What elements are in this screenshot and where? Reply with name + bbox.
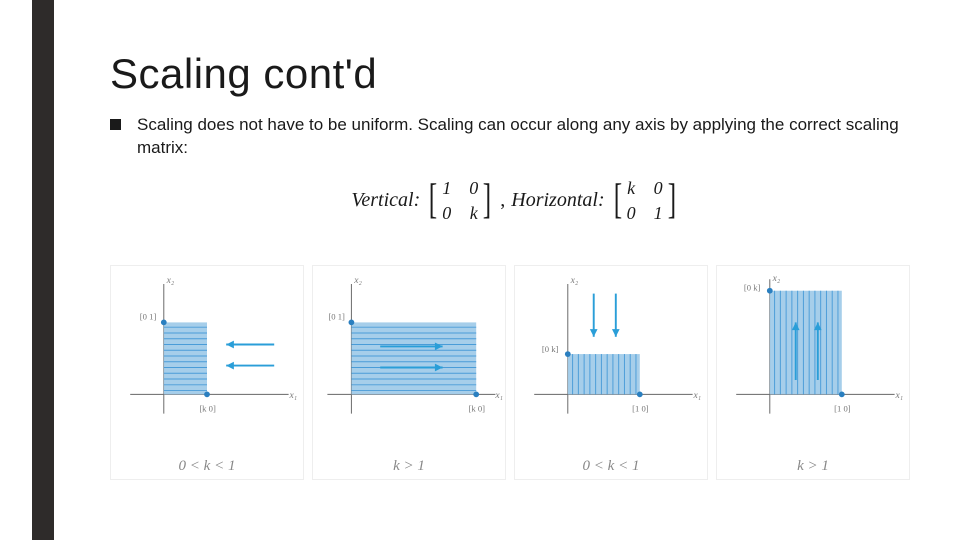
plot-svg: x₂ x₁ [0 1] [k 0] bbox=[313, 266, 505, 446]
plot-svg: x₂ x₁ [0 k] [1 0] bbox=[717, 266, 909, 446]
comma: , bbox=[500, 189, 505, 212]
figure-caption: 0 < k < 1 bbox=[111, 458, 303, 475]
slide-content: Scaling cont'd Scaling does not have to … bbox=[110, 50, 920, 252]
figure-v-shrink: x₂ x₁ [0 k] [1 0] 0 < k < 1 bbox=[514, 265, 708, 480]
svg-text:[0 1]: [0 1] bbox=[328, 312, 345, 322]
matrix-equations: Vertical: [ 10 0k ] , Horizontal: [ k0 0… bbox=[110, 178, 920, 224]
svg-text:x₁: x₁ bbox=[289, 390, 298, 401]
figure-caption: 0 < k < 1 bbox=[515, 458, 707, 475]
svg-text:[1 0]: [1 0] bbox=[834, 404, 851, 414]
bullet-text: Scaling does not have to be uniform. Sca… bbox=[137, 114, 920, 160]
horizontal-label: Horizontal: bbox=[511, 189, 604, 212]
bullet-item: Scaling does not have to be uniform. Sca… bbox=[110, 114, 920, 160]
figure-caption: k > 1 bbox=[717, 458, 909, 475]
svg-text:x₂: x₂ bbox=[353, 275, 362, 286]
figure-caption: k > 1 bbox=[313, 458, 505, 475]
svg-text:x₁: x₁ bbox=[693, 390, 702, 401]
svg-text:[k 0]: [k 0] bbox=[469, 404, 486, 414]
svg-text:[0 k]: [0 k] bbox=[744, 283, 761, 293]
figure-v-stretch: x₂ x₁ [0 k] [1 0] k > 1 bbox=[716, 265, 910, 480]
svg-text:[0 1]: [0 1] bbox=[140, 312, 157, 322]
slide-accent-bar bbox=[32, 0, 54, 540]
svg-text:x₁: x₁ bbox=[895, 390, 904, 401]
svg-text:[1 0]: [1 0] bbox=[632, 404, 649, 414]
svg-text:x₁: x₁ bbox=[494, 390, 503, 401]
figure-h-shrink: x₂ x₁ [0 1] [k 0] 0 < k < 1 bbox=[110, 265, 304, 480]
figure-h-stretch: x₂ x₁ [0 1] [k 0] k > 1 bbox=[312, 265, 506, 480]
vertical-matrix: [ 10 0k ] bbox=[426, 178, 494, 224]
plot-svg: x₂ x₁ [0 1] [k 0] bbox=[111, 266, 303, 446]
svg-text:[0 k]: [0 k] bbox=[542, 344, 559, 354]
plot-svg: x₂ x₁ [0 k] [1 0] bbox=[515, 266, 707, 446]
svg-text:x₂: x₂ bbox=[570, 275, 579, 286]
vertical-label: Vertical: bbox=[351, 189, 420, 212]
svg-text:x₂: x₂ bbox=[166, 275, 175, 286]
bullet-square-icon bbox=[110, 119, 121, 130]
figure-row: x₂ x₁ [0 1] [k 0] 0 < k < 1 x₂ x₁ [0 1] … bbox=[110, 265, 910, 480]
svg-text:[k 0]: [k 0] bbox=[199, 404, 216, 414]
svg-text:x₂: x₂ bbox=[772, 273, 781, 284]
slide-title: Scaling cont'd bbox=[110, 50, 920, 98]
horizontal-matrix: [ k0 01 ] bbox=[611, 178, 679, 224]
